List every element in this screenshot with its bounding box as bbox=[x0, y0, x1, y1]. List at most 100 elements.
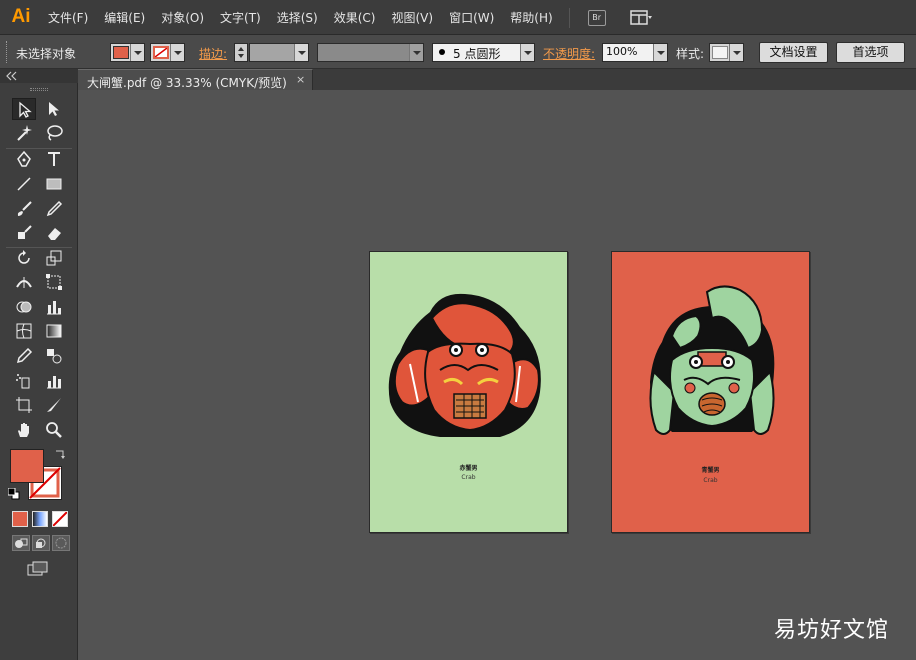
menu-help[interactable]: 帮助(H) bbox=[502, 9, 560, 26]
lasso-tool[interactable] bbox=[42, 122, 66, 144]
mesh-tool[interactable] bbox=[12, 320, 36, 342]
type-tool[interactable] bbox=[42, 148, 66, 170]
paintbrush-tool[interactable] bbox=[12, 198, 36, 220]
artboard-1-subtitle: Crab bbox=[461, 474, 476, 481]
eyedropper-tool[interactable] bbox=[12, 345, 36, 367]
variable-width-profile-dropdown[interactable] bbox=[317, 43, 424, 62]
menu-select[interactable]: 选择(S) bbox=[269, 9, 326, 26]
stroke-weight-stepper[interactable] bbox=[234, 43, 248, 62]
shape-builder-tool[interactable] bbox=[12, 296, 36, 318]
menu-edit[interactable]: 编辑(E) bbox=[96, 9, 153, 26]
brush-definition-dropdown[interactable]: 5 点圆形 bbox=[432, 43, 535, 62]
magic-wand-icon bbox=[17, 125, 32, 141]
chevron-down-icon bbox=[520, 44, 534, 61]
chevron-down-icon bbox=[130, 44, 144, 61]
lasso-icon bbox=[47, 125, 63, 141]
draw-inside-button[interactable] bbox=[52, 535, 70, 551]
close-icon[interactable]: × bbox=[296, 73, 305, 86]
gradient-mode-button[interactable] bbox=[32, 511, 48, 527]
fill-swatch[interactable] bbox=[10, 449, 44, 483]
screen-mode-icon bbox=[27, 561, 48, 576]
collapse-panel-icon[interactable] bbox=[6, 71, 18, 81]
rectangle-tool[interactable] bbox=[42, 173, 66, 195]
stroke-weight-input[interactable] bbox=[249, 43, 309, 62]
blend-icon bbox=[47, 349, 62, 364]
screen-mode-button[interactable] bbox=[26, 560, 50, 578]
eraser-tool[interactable] bbox=[42, 222, 66, 244]
menu-effect[interactable]: 效果(C) bbox=[326, 9, 384, 26]
color-mode-button[interactable] bbox=[12, 511, 28, 527]
fill-swatch bbox=[113, 46, 129, 59]
line-segment-tool[interactable] bbox=[12, 173, 36, 195]
artboard-2[interactable]: 青蟹男 Crab bbox=[611, 251, 810, 533]
slice-knife-icon bbox=[47, 398, 61, 412]
workspace-switcher-button[interactable] bbox=[629, 9, 652, 26]
artboard-tool[interactable] bbox=[12, 394, 36, 416]
menu-object[interactable]: 对象(O) bbox=[153, 9, 212, 26]
default-colors-icon[interactable] bbox=[8, 488, 20, 500]
hand-tool[interactable] bbox=[12, 419, 36, 441]
bridge-button[interactable]: Br bbox=[587, 9, 606, 26]
red-crab-illustration bbox=[388, 293, 541, 437]
style-swatch bbox=[712, 46, 728, 59]
opacity-input[interactable]: 100% bbox=[602, 43, 668, 62]
selection-tool[interactable] bbox=[12, 98, 36, 120]
pen-tool[interactable] bbox=[12, 148, 36, 170]
fill-color-picker[interactable] bbox=[110, 43, 145, 62]
menu-list: 文件(F) 编辑(E) 对象(O) 文字(T) 选择(S) 效果(C) 视图(V… bbox=[40, 0, 652, 35]
swap-arrows-icon[interactable] bbox=[54, 448, 66, 460]
symbol-sprayer-icon bbox=[16, 374, 30, 389]
draw-behind-button[interactable] bbox=[32, 535, 50, 551]
menu-window[interactable]: 窗口(W) bbox=[441, 9, 502, 26]
column-graph-tool[interactable] bbox=[42, 370, 66, 392]
width-tool[interactable] bbox=[12, 271, 36, 293]
stroke-panel-link[interactable]: 描边: bbox=[199, 45, 227, 62]
magic-wand-tool[interactable] bbox=[12, 122, 36, 144]
tools-panel-header bbox=[0, 69, 78, 83]
chevron-down-icon bbox=[729, 44, 743, 61]
preferences-button[interactable]: 首选项 bbox=[836, 42, 905, 63]
draw-mode-row bbox=[10, 535, 72, 553]
mesh-icon bbox=[16, 323, 32, 339]
line-segment-icon bbox=[17, 177, 31, 191]
free-transform-tool[interactable] bbox=[42, 271, 66, 293]
scale-icon bbox=[46, 250, 62, 266]
blob-brush-tool[interactable] bbox=[12, 222, 36, 244]
eraser-icon bbox=[48, 228, 61, 240]
app-logo: Ai bbox=[11, 6, 31, 27]
canvas[interactable]: 赤蟹男 Crab 青蟹男 Crab 易坊好文馆 bbox=[78, 90, 916, 660]
slice-tool[interactable] bbox=[42, 394, 66, 416]
control-bar-grip bbox=[6, 41, 9, 63]
watermark: 易坊好文馆 bbox=[773, 618, 889, 643]
menu-bar: Ai 文件(F) 编辑(E) 对象(O) 文字(T) 选择(S) 效果(C) 视… bbox=[0, 0, 916, 35]
gradient-tool[interactable] bbox=[42, 320, 66, 342]
magnifier-icon bbox=[46, 422, 62, 438]
pencil-icon bbox=[46, 200, 63, 217]
menu-type[interactable]: 文字(T) bbox=[212, 9, 269, 26]
document-setup-button[interactable]: 文档设置 bbox=[759, 42, 828, 63]
graphic-style-picker[interactable] bbox=[709, 43, 744, 62]
blend-tool[interactable] bbox=[42, 345, 66, 367]
artboard-1-title: 赤蟹男 bbox=[459, 465, 478, 472]
selection-status: 未选择对象 bbox=[16, 47, 77, 61]
zoom-tool[interactable] bbox=[42, 419, 66, 441]
stroke-color-picker[interactable] bbox=[150, 43, 185, 62]
direct-selection-tool[interactable] bbox=[42, 98, 66, 120]
pencil-tool[interactable] bbox=[42, 198, 66, 220]
document-tab-label: 大闸蟹.pdf @ 33.33% (CMYK/预览) bbox=[87, 76, 287, 90]
none-mode-button[interactable] bbox=[52, 511, 68, 527]
draw-normal-button[interactable] bbox=[12, 535, 30, 551]
rotate-tool[interactable] bbox=[12, 247, 36, 269]
eyedropper-icon bbox=[16, 347, 33, 364]
scale-tool[interactable] bbox=[42, 247, 66, 269]
menu-file[interactable]: 文件(F) bbox=[40, 9, 96, 26]
symbol-sprayer-tool[interactable] bbox=[12, 370, 36, 392]
hand-icon bbox=[18, 423, 29, 437]
menu-view[interactable]: 视图(V) bbox=[383, 9, 441, 26]
artboard-1[interactable]: 赤蟹男 Crab bbox=[369, 251, 568, 533]
graph-tool[interactable] bbox=[42, 296, 66, 318]
document-tab[interactable]: 大闸蟹.pdf @ 33.33% (CMYK/预览) × bbox=[78, 69, 313, 90]
selection-arrow-icon bbox=[19, 101, 32, 118]
arrange-documents-icon bbox=[629, 9, 652, 25]
opacity-panel-link[interactable]: 不透明度: bbox=[543, 45, 595, 62]
